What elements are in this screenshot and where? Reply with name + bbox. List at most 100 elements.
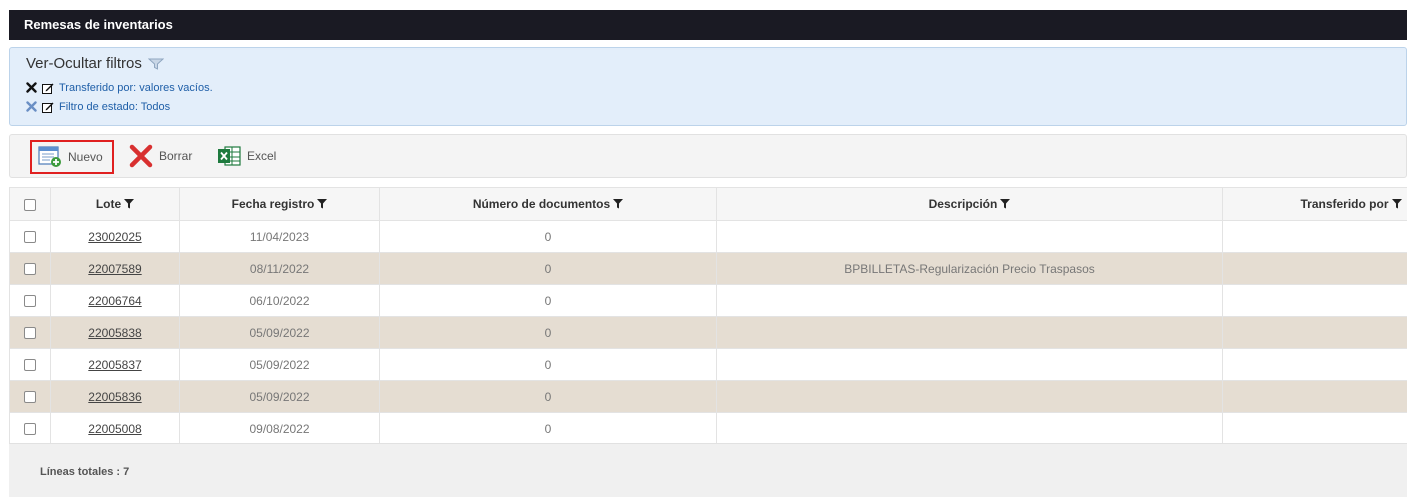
- lote-link[interactable]: 22005836: [88, 390, 141, 404]
- fecha-cell: 09/08/2022: [179, 412, 380, 445]
- table-row[interactable]: 22006764 06/10/2022 0: [9, 284, 1407, 317]
- edit-filter-icon[interactable]: [42, 101, 54, 113]
- row-checkbox[interactable]: [24, 359, 36, 372]
- descripcion-cell: [716, 412, 1223, 445]
- lote-link[interactable]: 22005837: [88, 358, 141, 372]
- column-filter-icon[interactable]: [613, 199, 624, 209]
- descripcion-cell: [716, 316, 1223, 349]
- num-docs-cell: 0: [379, 316, 717, 349]
- new-button-label: Nuevo: [68, 150, 103, 164]
- excel-button[interactable]: Excel: [213, 141, 280, 171]
- column-filter-icon[interactable]: [317, 199, 328, 209]
- descripcion-cell: [716, 380, 1223, 413]
- transferido-cell: [1222, 220, 1407, 253]
- row-select-cell: [9, 380, 51, 413]
- table-row[interactable]: 23002025 11/04/2023 0: [9, 220, 1407, 253]
- descripcion-cell: [716, 220, 1223, 253]
- descripcion-cell: BPBILLETAS-Regularización Precio Traspas…: [716, 252, 1223, 285]
- num-docs-cell: 0: [379, 348, 717, 381]
- filters-panel: Ver-Ocultar filtros Transferido por: val…: [9, 47, 1407, 126]
- row-checkbox[interactable]: [24, 231, 36, 244]
- active-filter-transferido: Transferido por: valores vacíos.: [26, 81, 1406, 94]
- num-docs-cell: 0: [379, 380, 717, 413]
- table-row[interactable]: 22005836 05/09/2022 0: [9, 380, 1407, 413]
- column-header-label: Transferido por: [1300, 197, 1389, 211]
- fecha-cell: 05/09/2022: [179, 380, 380, 413]
- lote-cell: 22005008: [50, 412, 180, 445]
- lote-cell: 22005837: [50, 348, 180, 381]
- new-button[interactable]: Nuevo: [30, 140, 114, 174]
- lote-link[interactable]: 22007589: [88, 262, 141, 276]
- column-header-fecha-registro[interactable]: Fecha registro: [179, 187, 380, 221]
- num-docs-cell: 0: [379, 220, 717, 253]
- delete-button-label: Borrar: [159, 149, 193, 163]
- select-all-cell: [9, 187, 51, 221]
- column-header-numero-documentos[interactable]: Número de documentos: [379, 187, 717, 221]
- lote-cell: 22007589: [50, 252, 180, 285]
- column-filter-icon[interactable]: [1000, 199, 1011, 209]
- row-select-cell: [9, 220, 51, 253]
- row-select-cell: [9, 252, 51, 285]
- toggle-filters-button[interactable]: Ver-Ocultar filtros: [26, 55, 1406, 72]
- transferido-cell: [1222, 284, 1407, 317]
- lote-link[interactable]: 22005008: [88, 422, 141, 436]
- column-header-label: Fecha registro: [231, 197, 315, 211]
- excel-icon: [218, 146, 241, 166]
- descripcion-cell: [716, 284, 1223, 317]
- table-row[interactable]: 22007589 08/11/2022 0 BPBILLETAS-Regular…: [9, 252, 1407, 285]
- table-header-row: Lote Fecha registro Número de documentos…: [9, 187, 1407, 221]
- column-header-label: Descripción: [928, 197, 998, 211]
- fecha-cell: 05/09/2022: [179, 348, 380, 381]
- table-row[interactable]: 22005008 09/08/2022 0: [9, 412, 1407, 445]
- row-select-cell: [9, 348, 51, 381]
- num-docs-cell: 0: [379, 252, 717, 285]
- column-filter-icon[interactable]: [124, 199, 135, 209]
- column-header-label: Lote: [95, 197, 122, 211]
- column-header-lote[interactable]: Lote: [50, 187, 180, 221]
- filter-text[interactable]: Transferido por: valores vacíos.: [59, 82, 213, 94]
- select-all-checkbox[interactable]: [24, 198, 36, 211]
- filter-text[interactable]: Filtro de estado: Todos: [59, 101, 170, 113]
- fecha-cell: 11/04/2023: [179, 220, 380, 253]
- fecha-cell: 05/09/2022: [179, 316, 380, 349]
- num-docs-cell: 0: [379, 412, 717, 445]
- column-header-descripcion[interactable]: Descripción: [716, 187, 1223, 221]
- edit-filter-icon[interactable]: [42, 82, 54, 94]
- funnel-icon: [147, 58, 164, 70]
- column-header-transferido-por[interactable]: Transferido por: [1222, 187, 1407, 221]
- column-filter-icon[interactable]: [1391, 199, 1402, 209]
- total-lines-label: Líneas totales : 7: [40, 466, 130, 478]
- lote-cell: 23002025: [50, 220, 180, 253]
- excel-button-label: Excel: [247, 149, 277, 163]
- lote-cell: 22005838: [50, 316, 180, 349]
- delete-button[interactable]: Borrar: [125, 141, 196, 171]
- active-filter-estado: Filtro de estado: Todos: [26, 100, 1406, 113]
- lote-link[interactable]: 22006764: [88, 294, 141, 308]
- fecha-cell: 06/10/2022: [179, 284, 380, 317]
- num-docs-cell: 0: [379, 284, 717, 317]
- column-header-label: Número de documentos: [472, 197, 611, 211]
- delete-x-icon: [129, 144, 153, 168]
- remesas-table: Lote Fecha registro Número de documentos…: [9, 187, 1407, 445]
- lote-link[interactable]: 23002025: [88, 230, 141, 244]
- toolbar: Nuevo Borrar Excel: [9, 134, 1407, 178]
- row-checkbox[interactable]: [24, 423, 36, 436]
- fecha-cell: 08/11/2022: [179, 252, 380, 285]
- row-select-cell: [9, 316, 51, 349]
- transferido-cell: [1222, 412, 1407, 445]
- descripcion-cell: [716, 348, 1223, 381]
- lote-link[interactable]: 22005838: [88, 326, 141, 340]
- table-row[interactable]: 22005838 05/09/2022 0: [9, 316, 1407, 349]
- row-checkbox[interactable]: [24, 327, 36, 340]
- row-select-cell: [9, 412, 51, 445]
- row-checkbox[interactable]: [24, 295, 36, 308]
- table-footer: Líneas totales : 7: [9, 443, 1407, 497]
- row-checkbox[interactable]: [24, 391, 36, 404]
- window-title-bar: Remesas de inventarios: [9, 10, 1407, 40]
- row-checkbox[interactable]: [24, 263, 36, 276]
- remove-filter-icon[interactable]: [26, 82, 37, 93]
- table-row[interactable]: 22005837 05/09/2022 0: [9, 348, 1407, 381]
- transferido-cell: [1222, 252, 1407, 285]
- transferido-cell: [1222, 316, 1407, 349]
- remove-filter-icon[interactable]: [26, 101, 37, 112]
